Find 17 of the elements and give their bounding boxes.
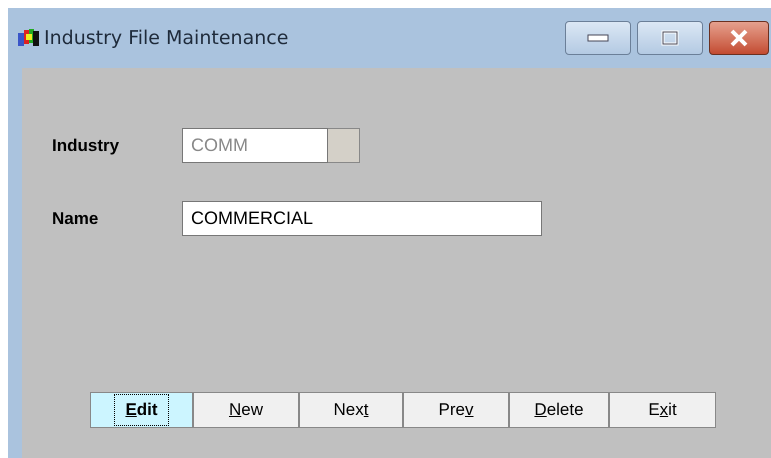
window-title: Industry File Maintenance	[44, 26, 288, 51]
maximize-button[interactable]	[637, 21, 703, 55]
maximize-icon	[661, 30, 679, 46]
minimize-button[interactable]	[565, 21, 631, 55]
field-label: Name	[52, 208, 100, 230]
action-button[interactable]: Delete	[509, 392, 609, 428]
action-button[interactable]: Edit	[90, 392, 193, 428]
app-icon	[18, 28, 40, 48]
action-button[interactable]: Exit	[609, 392, 716, 428]
action-button[interactable]: Prev	[403, 392, 509, 428]
field-label: Industry	[52, 134, 120, 157]
minimize-icon	[587, 34, 609, 42]
input-field[interactable]: COMMERCIAL	[182, 201, 542, 236]
action-button[interactable]: New	[193, 392, 299, 428]
close-icon	[729, 29, 749, 47]
close-button[interactable]	[709, 21, 769, 55]
action-button[interactable]: Next	[299, 392, 403, 428]
